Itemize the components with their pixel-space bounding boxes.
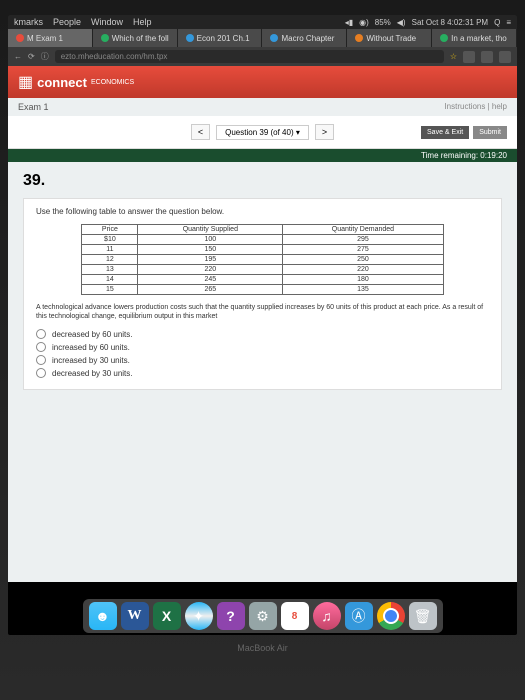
data-table: Price Quantity Supplied Quantity Demande… xyxy=(81,224,443,295)
question-number: 39. xyxy=(23,172,502,190)
tab-favicon xyxy=(355,34,363,42)
menu-item[interactable]: kmarks xyxy=(14,17,43,27)
chrome-icon[interactable] xyxy=(377,602,405,630)
content-area: 39. Use the following table to answer th… xyxy=(8,162,517,582)
question-card: Use the following table to answer the qu… xyxy=(23,198,502,390)
tab-favicon xyxy=(101,34,109,42)
extension-icon[interactable] xyxy=(463,51,475,63)
answer-options: decreased by 60 units. increased by 60 u… xyxy=(36,329,489,378)
preferences-icon[interactable]: ⚙ xyxy=(249,602,277,630)
question-nav: < Question 39 (of 40) ▾ > Save & Exit Su… xyxy=(8,116,517,149)
wifi-pct: 85% xyxy=(375,18,391,27)
table-row: $10100295 xyxy=(82,235,443,245)
browser-tab[interactable]: Econ 201 Ch.1 xyxy=(178,29,263,47)
extension-icon[interactable] xyxy=(499,51,511,63)
bookmark-star-icon[interactable]: ☆ xyxy=(450,52,457,61)
assignment-header: Exam 1 Instructions | help xyxy=(8,98,517,116)
info-icon[interactable]: ⓘ xyxy=(41,51,49,62)
itunes-icon[interactable]: ♫ xyxy=(313,602,341,630)
browser-tab[interactable]: Without Trade xyxy=(347,29,432,47)
browser-tab[interactable]: Which of the foll xyxy=(93,29,178,47)
next-question-button[interactable]: > xyxy=(315,124,334,140)
submit-button[interactable]: Submit xyxy=(473,126,507,139)
menu-icon[interactable]: ≡ xyxy=(506,18,511,27)
battery-icon: ◂▮ xyxy=(345,18,353,27)
radio-icon xyxy=(36,368,46,378)
radio-icon xyxy=(36,342,46,352)
browser-tab[interactable]: In a market, tho xyxy=(432,29,517,47)
timer-bar: Time remaining: 0:19:20 xyxy=(8,149,517,162)
table-row: 12195250 xyxy=(82,255,443,265)
question-prompt: Use the following table to answer the qu… xyxy=(36,207,489,216)
trash-icon[interactable]: 🗑 xyxy=(409,602,437,630)
browser-tab[interactable]: M Exam 1 xyxy=(8,29,93,47)
extension-icon[interactable] xyxy=(481,51,493,63)
connect-logo: connect xyxy=(37,75,87,90)
search-icon[interactable]: Q xyxy=(494,18,500,27)
question-indicator[interactable]: Question 39 (of 40) ▾ xyxy=(216,125,309,140)
calendar-icon[interactable]: 8 xyxy=(281,602,309,630)
address-input[interactable]: ezto.mheducation.com/hm.tpx xyxy=(55,50,444,63)
browser-tab[interactable]: Macro Chapter xyxy=(262,29,347,47)
col-header: Quantity Demanded xyxy=(283,225,444,235)
wifi-icon: ◉) xyxy=(359,18,369,27)
mac-menubar: kmarks People Window Help ◂▮ ◉) 85% ◀) S… xyxy=(8,15,517,29)
table-row: 13220220 xyxy=(82,265,443,275)
radio-icon xyxy=(36,329,46,339)
answer-option[interactable]: increased by 60 units. xyxy=(36,342,489,352)
answer-option[interactable]: decreased by 30 units. xyxy=(36,368,489,378)
clock: Sat Oct 8 4:02:31 PM xyxy=(412,18,488,27)
question-body: A technological advance lowers productio… xyxy=(36,303,489,321)
appstore-icon[interactable]: Ⓐ xyxy=(345,602,373,630)
table-row: 14245180 xyxy=(82,275,443,285)
connect-header: ▦ connect ECONOMICS xyxy=(8,66,517,98)
col-header: Quantity Supplied xyxy=(138,225,283,235)
tab-favicon xyxy=(186,34,194,42)
excel-icon[interactable]: X xyxy=(153,602,181,630)
col-header: Price xyxy=(82,225,138,235)
table-row: 15265135 xyxy=(82,285,443,295)
tab-strip: M Exam 1 Which of the foll Econ 201 Ch.1… xyxy=(8,29,517,47)
tab-favicon xyxy=(270,34,278,42)
url-bar: ← ⟳ ⓘ ezto.mheducation.com/hm.tpx ☆ xyxy=(8,47,517,66)
tab-favicon xyxy=(440,34,448,42)
assignment-title: Exam 1 xyxy=(18,102,49,112)
laptop-model-label: MacBook Air xyxy=(8,643,517,653)
back-button[interactable]: ← xyxy=(14,52,22,61)
menu-item[interactable]: Help xyxy=(133,17,152,27)
mac-dock: ☻ W X ✦ ? ⚙ 8 ♫ Ⓐ 🗑 xyxy=(83,599,443,633)
connect-subject: ECONOMICS xyxy=(91,79,134,86)
help-link[interactable]: Instructions | help xyxy=(444,102,507,112)
radio-icon xyxy=(36,355,46,365)
finder-icon[interactable]: ☻ xyxy=(89,602,117,630)
save-exit-button[interactable]: Save & Exit xyxy=(421,126,469,139)
tab-favicon xyxy=(16,34,24,42)
answer-option[interactable]: decreased by 60 units. xyxy=(36,329,489,339)
help-icon[interactable]: ? xyxy=(217,602,245,630)
connect-icon: ▦ xyxy=(18,72,33,92)
volume-icon: ◀) xyxy=(397,18,406,27)
reload-button[interactable]: ⟳ xyxy=(28,52,35,61)
word-icon[interactable]: W xyxy=(121,602,149,630)
menu-item[interactable]: People xyxy=(53,17,81,27)
table-row: 11150275 xyxy=(82,245,443,255)
safari-icon[interactable]: ✦ xyxy=(185,602,213,630)
menu-item[interactable]: Window xyxy=(91,17,123,27)
prev-question-button[interactable]: < xyxy=(191,124,210,140)
answer-option[interactable]: increased by 30 units. xyxy=(36,355,489,365)
